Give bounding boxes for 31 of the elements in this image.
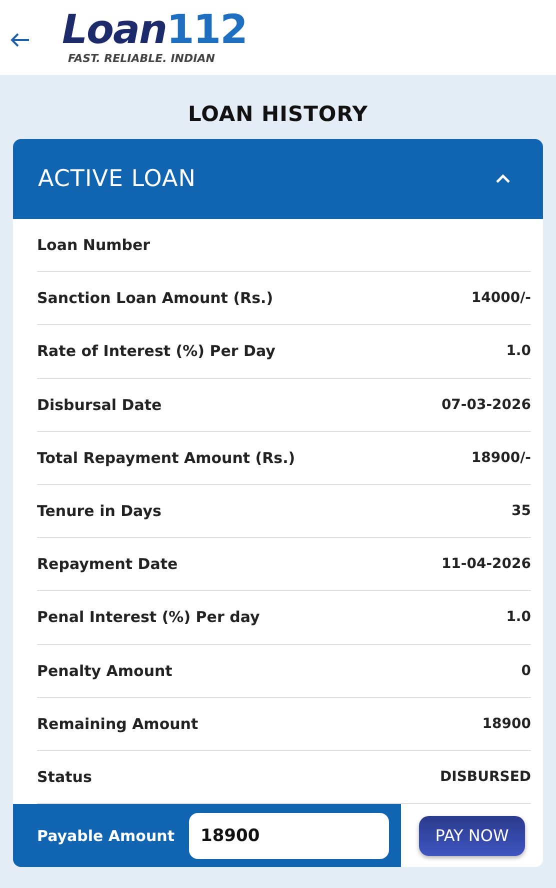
- pay-now-button[interactable]: PAY NOW: [419, 816, 525, 856]
- row-value: 07-03-2026: [441, 396, 531, 413]
- row-value: 0: [521, 662, 531, 679]
- row-value: 18900: [482, 716, 531, 732]
- payable-amount-field[interactable]: 18900: [188, 812, 388, 859]
- card-header[interactable]: ACTIVE LOAN: [13, 139, 543, 219]
- row-label: Rate of Interest (%) Per Day: [37, 342, 276, 360]
- row-label: Penal Interest (%) Per day: [37, 608, 260, 626]
- row-label: Disbursal Date: [37, 396, 162, 414]
- logo-text: Loan112: [62, 10, 247, 50]
- page-title: LOAN HISTORY: [187, 101, 369, 128]
- row-label: Penalty Amount: [37, 662, 172, 680]
- row-label: Loan Number: [37, 236, 150, 254]
- row-value: 11-04-2026: [441, 556, 531, 572]
- row-label: Repayment Date: [37, 555, 178, 574]
- row-value: 1.0: [506, 609, 531, 626]
- row-value: 18900/-: [471, 450, 531, 466]
- row-value: 14000/-: [471, 290, 531, 306]
- back-icon[interactable]: [10, 32, 30, 48]
- card-title: ACTIVE LOAN: [38, 166, 196, 192]
- logo-tagline: FAST. RELIABLE. INDIAN: [68, 52, 215, 65]
- row-label: Status: [37, 768, 92, 786]
- row-label: Tenure in Days: [37, 502, 162, 520]
- row-value: 1.0: [506, 343, 531, 360]
- row-label: Remaining Amount: [37, 714, 198, 733]
- row-value: DISBURSED: [440, 768, 531, 785]
- chevron-icon[interactable]: [495, 174, 511, 184]
- row-label: Sanction Loan Amount (Rs.): [37, 289, 274, 308]
- row-value: 35: [512, 503, 531, 520]
- payable-label: Payable Amount: [37, 826, 174, 845]
- row-label: Total Repayment Amount (Rs.): [37, 448, 296, 467]
